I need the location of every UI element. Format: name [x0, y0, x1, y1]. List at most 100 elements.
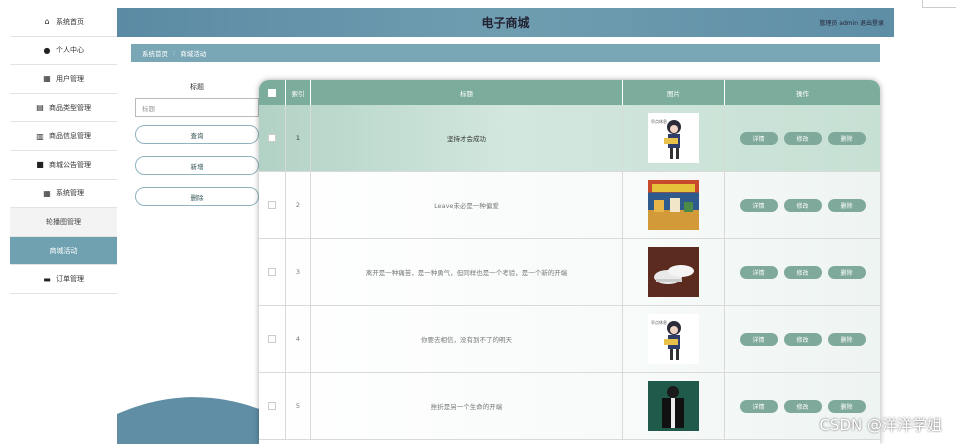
bar-chart-icon: ▥	[36, 131, 44, 141]
row-title: 你要去相信，没有到不了的明天	[311, 306, 623, 372]
sidebar-item-category[interactable]: ▤ 商品类型管理	[10, 94, 117, 123]
breadcrumb-home[interactable]: 系统首页	[142, 48, 168, 58]
briefcase-icon: ■	[36, 160, 44, 170]
sidebar-item-label: 轮播图管理	[46, 217, 81, 226]
checkbox-icon[interactable]	[268, 402, 276, 410]
row-title: 坚持才会成功	[311, 105, 623, 171]
query-button[interactable]: 查询	[135, 125, 259, 144]
search-label: 标题	[190, 83, 204, 91]
app-root: ⌂ 系统首页 ● 个人中心 ▦ 用户管理 ▤ 商品类型管理 ▥ 商品信息管理 ■ 商城公告管…	[0, 0, 956, 444]
sidebar-item-activity[interactable]: 商城活动	[10, 236, 117, 266]
table-row[interactable]: 1 坚持才会成功 早点休息 详情 修改 删除	[259, 105, 880, 172]
sidebar-item-carousel[interactable]: 轮播图管理	[10, 208, 117, 237]
row-image-cell	[623, 373, 725, 439]
cartoon-girl-image: 早点休息	[648, 113, 699, 163]
cartoon-girl-image: 早点休息	[648, 314, 699, 364]
data-table: 索引 标题 图片 操作 1 坚持才会成功 早点休息 详情 修改 删除 2 Lea…	[259, 80, 880, 444]
detail-button[interactable]: 详情	[739, 332, 778, 346]
header-index: 索引	[286, 80, 311, 105]
row-actions: 详情 修改 删除	[725, 105, 880, 171]
sidebar-item-notices[interactable]: ■ 商城公告管理	[10, 151, 117, 180]
header-actions: 操作	[796, 89, 809, 98]
checkbox-icon[interactable]	[268, 268, 276, 276]
sidebar-item-users[interactable]: ▦ 用户管理	[10, 65, 117, 94]
sidebar-item-profile[interactable]: ● 个人中心	[10, 37, 117, 66]
delete-row-button[interactable]: 删除	[827, 198, 866, 212]
sidebar-item-label: 个人中心	[56, 46, 84, 55]
grid-icon: ▦	[43, 74, 51, 84]
table-row[interactable]: 2 Leave未必是一种偏爱 详情 修改 删除	[259, 172, 880, 239]
app-title: 电子商城	[481, 16, 530, 30]
breadcrumb: 系统首页 : 商城活动	[131, 44, 880, 62]
edit-button[interactable]: 修改	[783, 332, 822, 346]
row-select[interactable]	[259, 105, 286, 171]
row-title: 挫折是另一个生命的开端	[311, 373, 623, 439]
sidebar-item-label: 订单管理	[56, 275, 84, 284]
sidebar-item-home[interactable]: ⌂ 系统首页	[10, 8, 117, 37]
row-actions: 详情 修改 删除	[725, 239, 880, 305]
edit-button[interactable]: 修改	[783, 399, 822, 413]
add-button[interactable]: 新增	[135, 156, 259, 175]
sidebar-item-orders[interactable]: ▬ 订单管理	[10, 265, 117, 294]
checkbox-icon[interactable]	[268, 335, 276, 343]
shoes-photo-image	[648, 247, 699, 297]
table-row[interactable]: 4 你要去相信，没有到不了的明天 早点休息 详情 修改 删除	[259, 306, 880, 373]
detail-button[interactable]: 详情	[739, 265, 778, 279]
checkbox-icon[interactable]	[268, 201, 276, 209]
detail-button[interactable]: 详情	[739, 131, 778, 145]
svg-text:早点休息: 早点休息	[651, 319, 667, 325]
sidebar-item-label: 商品类型管理	[49, 103, 91, 112]
checkbox-icon[interactable]	[268, 134, 276, 142]
header-bar: 电子商城 管理员 admin 退出登录	[117, 8, 894, 37]
row-image-cell: 早点休息	[623, 306, 725, 372]
row-actions: 详情 修改 删除	[725, 172, 880, 238]
sidebar: ⌂ 系统首页 ● 个人中心 ▦ 用户管理 ▤ 商品类型管理 ▥ 商品信息管理 ■ 商城公告管…	[10, 8, 117, 444]
checkbox-icon[interactable]	[268, 88, 276, 97]
row-image-cell	[623, 172, 725, 238]
delete-button[interactable]: 删除	[135, 187, 259, 206]
header-select-all[interactable]	[259, 80, 286, 105]
breadcrumb-current: 商城活动	[180, 50, 207, 58]
edit-button[interactable]: 修改	[783, 265, 822, 279]
watermark: CSDN @洋洋学姐	[819, 416, 942, 434]
table-header: 索引 标题 图片 操作	[259, 80, 880, 105]
sidebar-item-label: 商城公告管理	[49, 160, 91, 169]
search-panel: 标题 标题 查询 新增 删除	[135, 82, 259, 218]
row-select[interactable]	[259, 239, 286, 305]
window-corner	[922, 0, 956, 8]
edit-button[interactable]: 修改	[783, 131, 822, 145]
search-input[interactable]: 标题	[135, 98, 259, 117]
row-title: Leave未必是一种偏爱	[311, 172, 623, 238]
row-index: 1	[286, 105, 311, 171]
table-row[interactable]: 3 离开是一种痛苦，是一种勇气，但同样也是一个考验，是一个新的开端 详情 修改 …	[259, 239, 880, 306]
toys-photo-image	[648, 180, 699, 230]
row-select[interactable]	[259, 172, 286, 238]
home-icon: ⌂	[44, 17, 50, 27]
row-actions: 详情 修改 删除	[725, 306, 880, 372]
delete-row-button[interactable]: 删除	[827, 265, 866, 279]
row-image-cell: 早点休息	[623, 105, 725, 171]
monitor-icon: ▬	[43, 274, 51, 284]
delete-row-button[interactable]: 删除	[827, 131, 866, 145]
detail-button[interactable]: 详情	[739, 399, 778, 413]
table-row[interactable]: 5 挫折是另一个生命的开端 详情 修改 删除	[259, 373, 880, 440]
row-index: 3	[286, 239, 311, 305]
header-image: 图片	[623, 80, 725, 105]
svg-text:早点休息: 早点休息	[651, 118, 667, 124]
clipboard-icon: ▤	[36, 103, 44, 113]
breadcrumb-separator: :	[173, 49, 176, 57]
detail-button[interactable]: 详情	[739, 198, 778, 212]
edit-button[interactable]: 修改	[783, 198, 822, 212]
grid-icon: ▦	[43, 188, 51, 198]
row-select[interactable]	[259, 373, 286, 439]
sidebar-item-system[interactable]: ▦ 系统管理	[10, 180, 117, 209]
delete-row-button[interactable]: 删除	[827, 332, 866, 346]
sidebar-item-label: 系统首页	[56, 17, 84, 26]
user-info[interactable]: 管理员 admin 退出登录	[819, 18, 884, 27]
row-index: 5	[286, 373, 311, 439]
row-select[interactable]	[259, 306, 286, 372]
jacket-photo-image	[648, 381, 699, 431]
sidebar-item-products[interactable]: ▥ 商品信息管理	[10, 122, 117, 151]
delete-row-button[interactable]: 删除	[827, 399, 866, 413]
row-image-cell	[623, 239, 725, 305]
